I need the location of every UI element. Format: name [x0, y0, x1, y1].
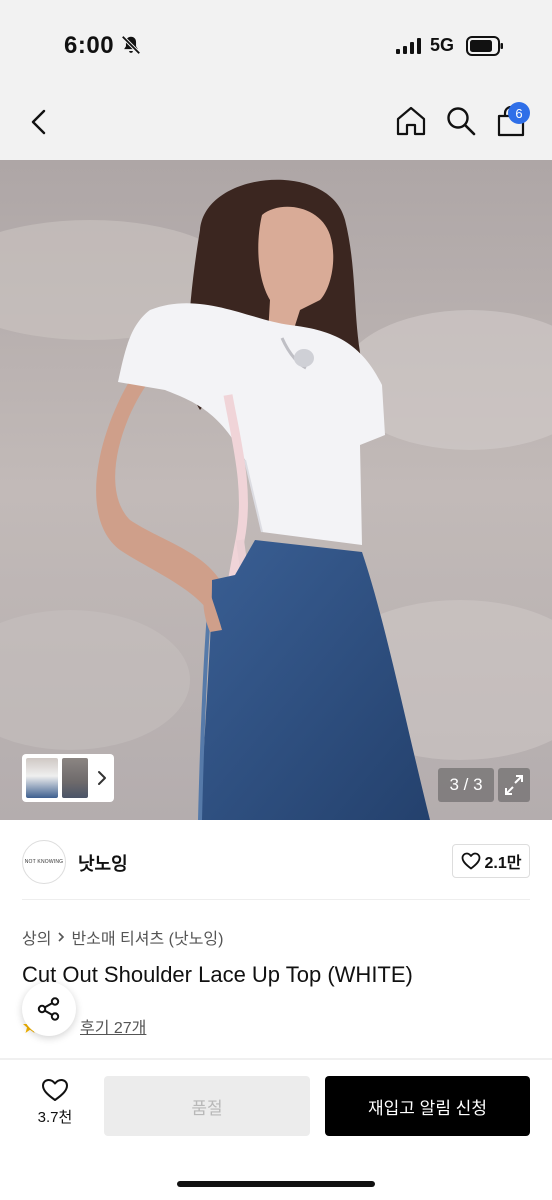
home-indicator — [177, 1181, 375, 1187]
battery-icon — [466, 36, 503, 56]
breadcrumb-subcategory[interactable]: 반소매 티셔츠 (낫노잉) — [71, 925, 223, 949]
product-photo — [0, 160, 552, 820]
share-icon — [37, 997, 60, 1021]
sold-out-button: 품절 — [104, 1076, 310, 1136]
status-time: 6:00 — [64, 32, 115, 59]
section-divider — [0, 1058, 552, 1060]
wishlist-count: 3.7천 — [37, 1109, 73, 1126]
thumbnail-strip[interactable] — [22, 754, 114, 802]
nav-bar: 6 — [0, 90, 552, 160]
heart-icon — [461, 852, 480, 870]
image-counter: 3 / 3 — [438, 768, 494, 802]
brand-name[interactable]: 낫노잉 — [78, 850, 128, 876]
divider — [22, 899, 530, 900]
home-icon[interactable] — [394, 104, 428, 138]
chevron-right-icon — [58, 932, 65, 942]
status-bar: 6:00 5G — [0, 0, 552, 90]
wishlist-button[interactable]: 3.7천 — [28, 1078, 82, 1127]
back-icon[interactable] — [24, 104, 54, 140]
thumbnail-2[interactable] — [62, 758, 88, 798]
chevron-right-icon[interactable] — [96, 768, 108, 788]
bell-off-icon — [121, 35, 141, 55]
breadcrumb-category[interactable]: 상의 — [22, 925, 51, 949]
brand-logo-text: NOT KNOWING — [24, 859, 64, 865]
product-title: Cut Out Shoulder Lace Up Top (WHITE) — [22, 962, 413, 987]
review-count-link[interactable]: 후기 27개 — [80, 1014, 146, 1038]
signal-icon — [396, 38, 421, 54]
network-type: 5G — [430, 35, 455, 55]
heart-icon — [42, 1079, 68, 1101]
brand-like-count: 2.1만 — [484, 855, 522, 872]
restock-alert-button[interactable]: 재입고 알림 신청 — [325, 1076, 530, 1136]
search-icon[interactable] — [444, 104, 478, 138]
expand-icon[interactable] — [498, 768, 530, 802]
brand-like-button[interactable]: 2.1만 — [452, 844, 530, 878]
product-image-gallery[interactable]: 3 / 3 — [0, 160, 552, 820]
share-button[interactable] — [22, 982, 76, 1036]
breadcrumb: 상의 반소매 티셔츠 (낫노잉) — [22, 925, 223, 949]
thumbnail-1[interactable] — [26, 758, 58, 798]
brand-logo[interactable]: NOT KNOWING — [22, 840, 66, 884]
cart-count-badge: 6 — [508, 102, 530, 124]
